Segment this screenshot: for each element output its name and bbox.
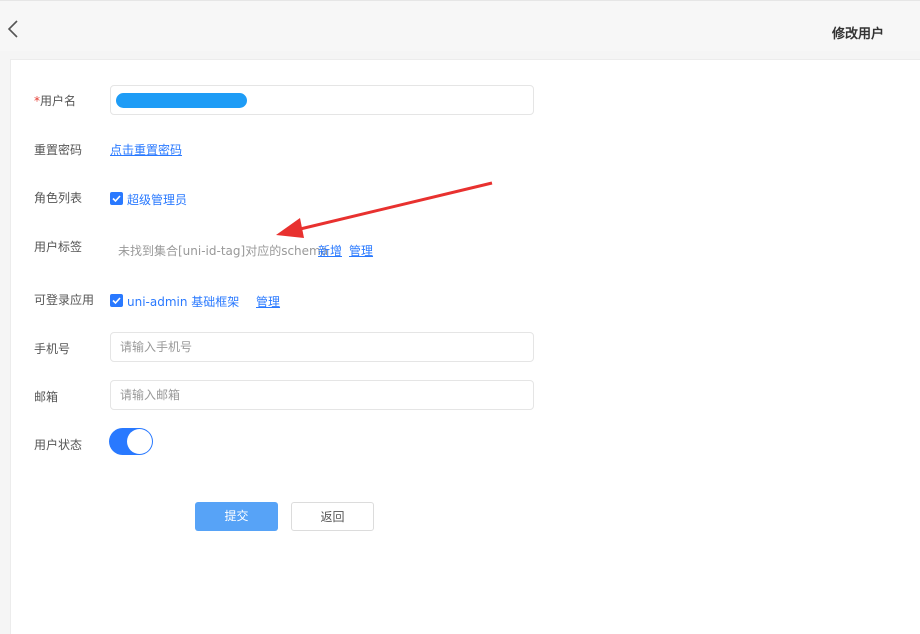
top-nav-bar: 修改用户 (0, 0, 920, 51)
reset-password-label: 重置密码 (34, 143, 83, 157)
tags-label: 用户标签 (34, 240, 83, 254)
uni-admin-checkbox[interactable] (110, 294, 123, 307)
checkmark-icon (112, 297, 121, 305)
mobile-input[interactable]: 请输入手机号 (110, 332, 534, 362)
manage-apps-link[interactable]: 管理 (256, 293, 280, 310)
mobile-label: 手机号 (34, 342, 71, 356)
submit-button[interactable]: 提交 (195, 502, 278, 531)
email-label: 邮箱 (34, 390, 59, 404)
username-input[interactable] (110, 85, 534, 115)
username-label: *用户名 (34, 94, 77, 108)
back-button[interactable]: 返回 (291, 502, 374, 531)
manage-tags-link[interactable]: 管理 (349, 242, 373, 259)
uni-admin-label: uni-admin 基础框架 (127, 295, 240, 309)
redacted-value (116, 93, 247, 108)
status-label: 用户状态 (34, 438, 83, 452)
status-toggle[interactable] (109, 428, 153, 455)
reset-password-link[interactable]: 点击重置密码 (110, 141, 182, 158)
super-admin-label: 超级管理员 (127, 193, 188, 207)
roles-label: 角色列表 (34, 191, 83, 205)
page-title: 修改用户 (831, 27, 884, 42)
add-tag-link[interactable]: 新增 (318, 242, 342, 259)
email-input[interactable]: 请输入邮箱 (110, 380, 534, 410)
tags-schema-hint: 未找到集合[uni-id-tag]对应的schema (118, 244, 329, 258)
super-admin-checkbox[interactable] (110, 192, 123, 205)
checkmark-icon (112, 195, 121, 203)
toggle-knob (127, 429, 152, 454)
chevron-left-icon[interactable] (6, 19, 20, 39)
apps-label: 可登录应用 (34, 293, 95, 307)
